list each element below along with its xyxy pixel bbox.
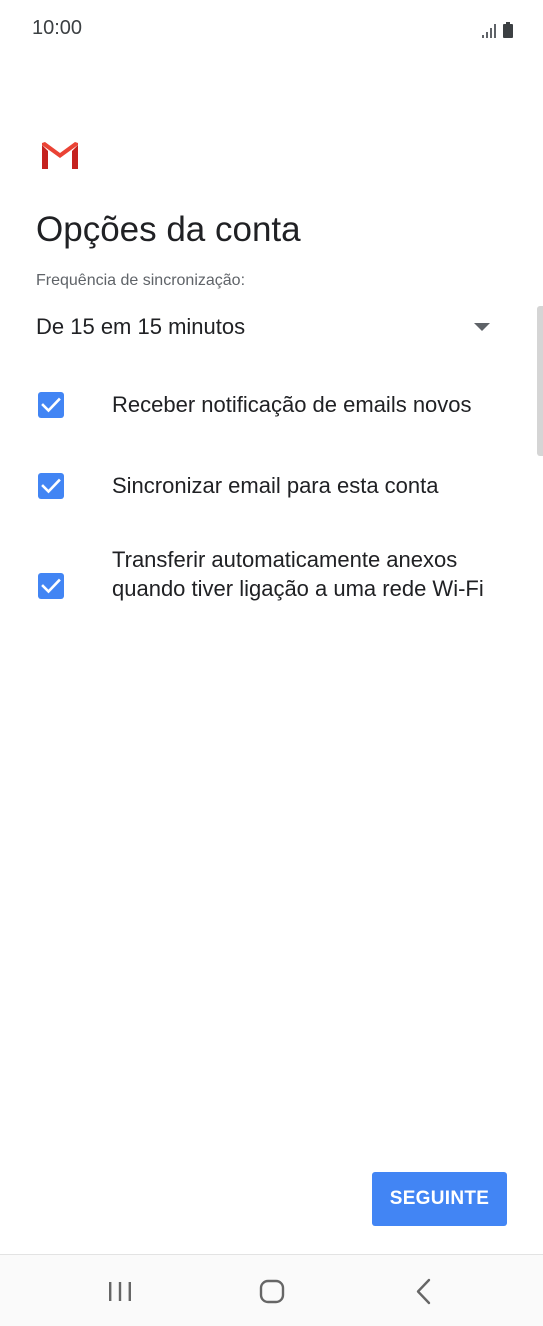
sync-frequency-label: Frequência de sincronização:	[36, 272, 246, 289]
gmail-logo	[42, 142, 78, 169]
dropdown-arrow-icon	[474, 323, 490, 331]
checkbox-new-email-notification[interactable]	[38, 392, 64, 418]
option-label: Transferir automaticamente anexos quando…	[112, 547, 484, 601]
back-icon	[416, 1278, 431, 1305]
check-icon	[41, 478, 61, 494]
home-icon	[259, 1279, 285, 1304]
recents-icon	[109, 1282, 131, 1301]
checkbox-sync-email[interactable]	[38, 473, 64, 499]
next-button[interactable]: SEGUINTE	[372, 1172, 507, 1226]
option-new-email-notification[interactable]: Receber notificação de emails novos	[36, 388, 516, 422]
recents-button[interactable]	[90, 1271, 150, 1311]
sync-frequency-dropdown[interactable]: De 15 em 15 minutos	[36, 306, 496, 348]
check-icon	[41, 578, 61, 594]
option-sync-email[interactable]: Sincronizar email para esta conta	[36, 469, 516, 503]
option-label: Receber notificação de emails novos	[112, 392, 472, 417]
page-title: Opções da conta	[36, 210, 301, 249]
option-label: Sincronizar email para esta conta	[112, 473, 439, 498]
back-button[interactable]	[394, 1271, 454, 1311]
home-button[interactable]	[242, 1271, 302, 1311]
check-icon	[41, 397, 61, 413]
battery-icon	[503, 22, 513, 38]
scrollbar[interactable]	[537, 306, 543, 456]
signal-icon	[482, 24, 496, 38]
status-time: 10:00	[32, 17, 83, 39]
status-bar: 10:00	[0, 0, 543, 58]
status-icons	[482, 20, 513, 38]
navigation-bar	[0, 1254, 543, 1326]
sync-frequency-value: De 15 em 15 minutos	[36, 314, 246, 339]
option-auto-download-attachments[interactable]: Transferir automaticamente anexos quando…	[36, 544, 516, 632]
checkbox-auto-download-attachments[interactable]	[38, 573, 64, 599]
